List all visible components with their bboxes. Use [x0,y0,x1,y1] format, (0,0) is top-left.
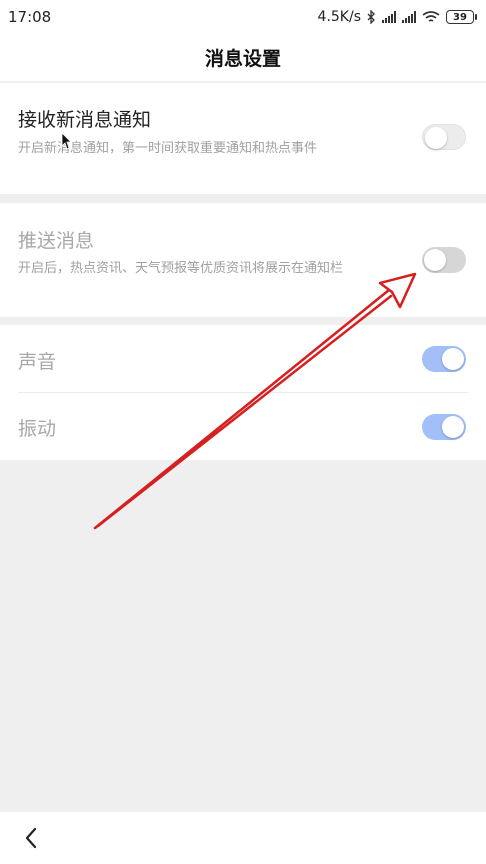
toggle-knob [442,416,464,438]
signal-icon [402,11,416,23]
sound-vibrate-section: 声音 振动 [0,325,486,460]
push-toggle[interactable] [422,247,466,273]
receive-toggle[interactable] [422,124,466,150]
setting-title-vibrate: 振动 [18,418,57,440]
setting-row-vibrate[interactable]: 振动 [0,393,486,460]
mouse-cursor-icon [61,132,72,150]
setting-title-push: 推送消息 [18,230,95,252]
status-time: 17:08 [8,8,52,26]
toggle-knob [424,249,446,271]
network-speed: 4.5K/s [317,9,361,25]
toggle-knob [442,348,464,370]
page-header: 消息设置 [0,34,486,82]
bottom-nav-bar [0,812,486,864]
signal-icon [382,11,396,23]
setting-row-sound[interactable]: 声音 [0,325,486,392]
status-indicators: 4.5K/s 39 [317,9,477,25]
back-icon[interactable] [20,826,44,850]
push-section: 推送消息 开启后，热点资讯、天气预报等优质资讯将展示在通知栏 [0,203,486,317]
setting-title-sound: 声音 [18,351,57,373]
sound-toggle[interactable] [422,346,466,372]
wifi-icon [422,10,440,22]
setting-row-push[interactable]: 推送消息 开启后，热点资讯、天气预报等优质资讯将展示在通知栏 [0,203,486,317]
bluetooth-icon [367,10,375,24]
battery-level: 39 [453,11,467,23]
page-title: 消息设置 [204,48,281,70]
toggle-knob [425,127,447,149]
setting-desc-push: 开启后，热点资讯、天气预报等优质资讯将展示在通知栏 [18,261,344,276]
vibrate-toggle[interactable] [422,414,466,440]
setting-title-receive: 接收新消息通知 [18,109,152,131]
battery-icon: 39 [446,10,477,24]
status-bar: 17:08 4.5K/s 39 [0,0,486,34]
